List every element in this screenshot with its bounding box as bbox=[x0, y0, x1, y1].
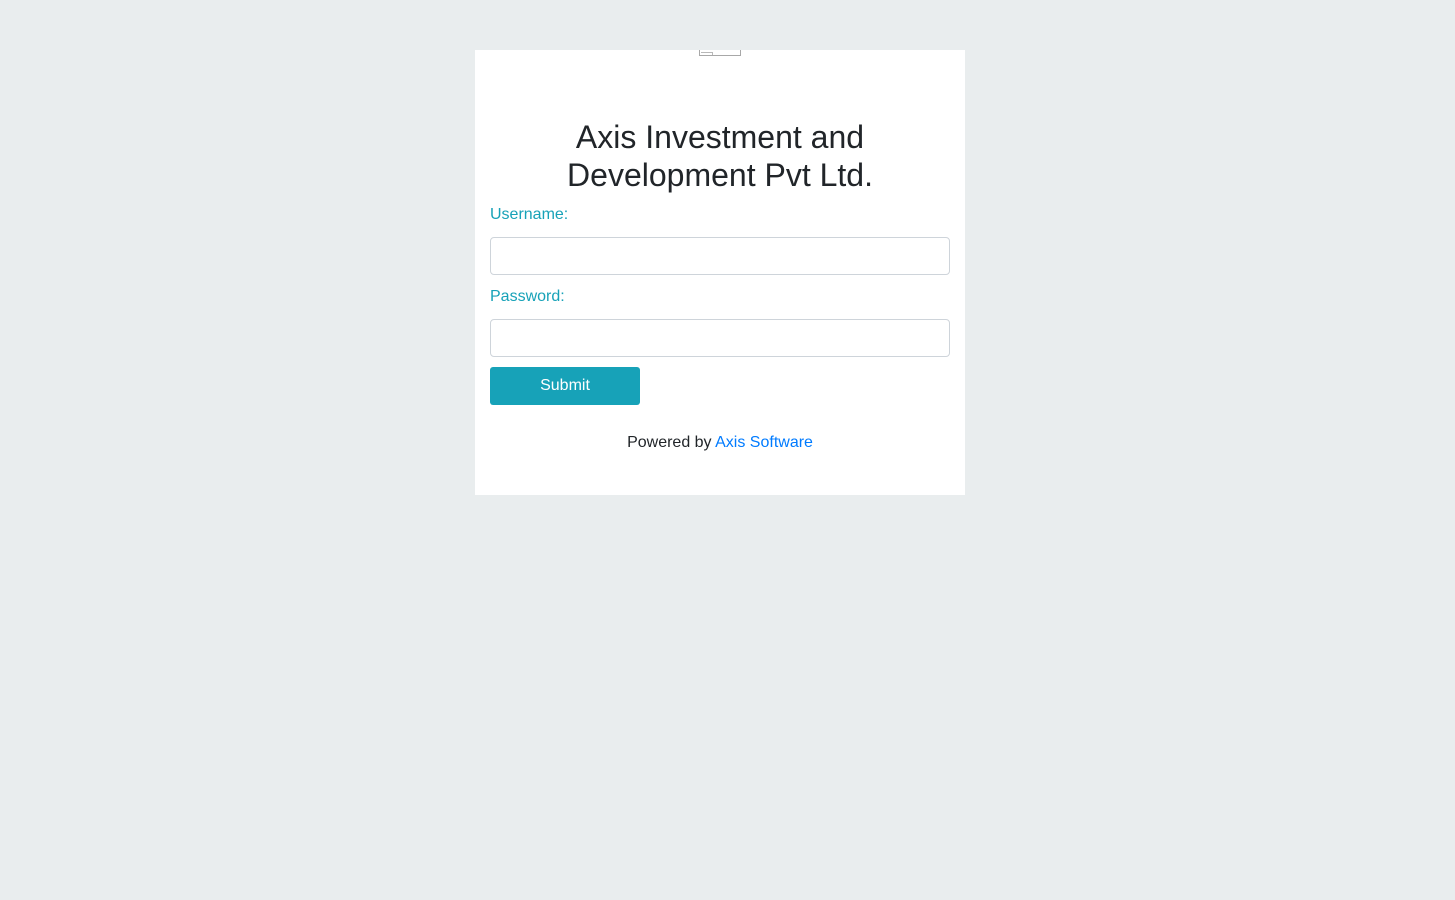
powered-by-text: Powered by bbox=[627, 434, 712, 451]
broken-image-icon-detail bbox=[701, 52, 713, 55]
login-card: Axis Investment and Development Pvt Ltd.… bbox=[475, 50, 965, 495]
broken-image-icon bbox=[699, 50, 741, 56]
username-label: Username: bbox=[490, 206, 569, 223]
title-line-2: Development Pvt Ltd. bbox=[567, 157, 873, 193]
title-line-1: Axis Investment and bbox=[575, 119, 865, 155]
page-title: Axis Investment and Development Pvt Ltd. bbox=[490, 118, 950, 194]
axis-software-link[interactable]: Axis Software bbox=[715, 434, 813, 451]
username-field[interactable] bbox=[490, 237, 950, 275]
powered-by-footer: Powered by Axis Software bbox=[490, 433, 950, 453]
password-label: Password: bbox=[490, 288, 565, 305]
password-field[interactable] bbox=[490, 319, 950, 357]
submit-button[interactable]: Submit bbox=[490, 367, 640, 405]
